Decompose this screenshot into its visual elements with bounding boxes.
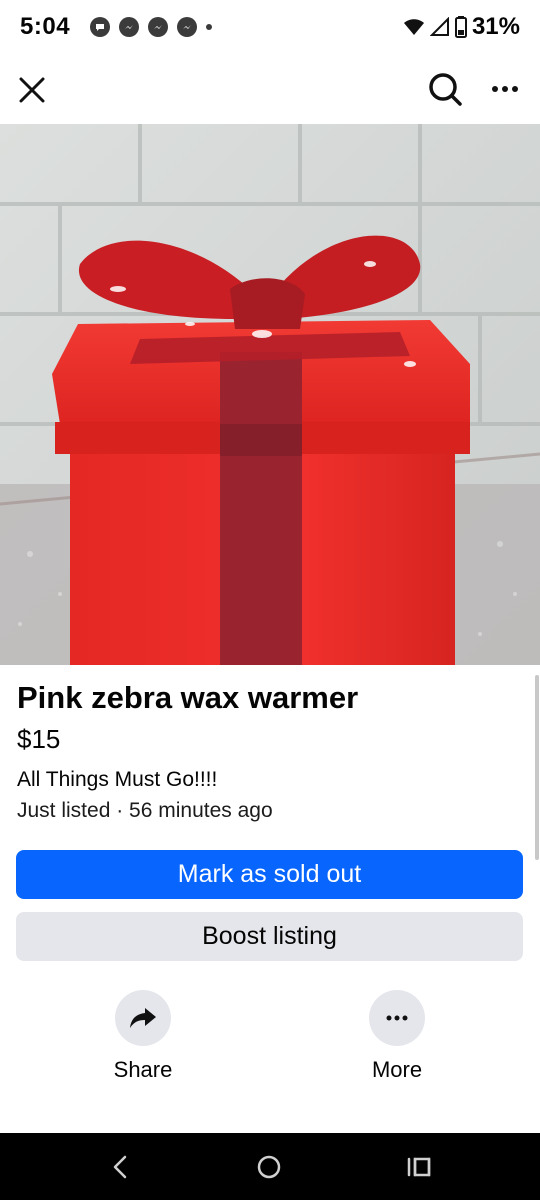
top-bar bbox=[0, 54, 540, 124]
more-options-button[interactable] bbox=[482, 66, 528, 112]
battery-icon bbox=[454, 16, 467, 38]
battery-percent: 31% bbox=[471, 13, 520, 40]
more-action[interactable]: More bbox=[337, 990, 457, 1083]
more-button[interactable] bbox=[369, 990, 425, 1046]
recents-icon bbox=[407, 1157, 431, 1176]
mark-sold-out-button[interactable]: Mark as sold out bbox=[16, 850, 523, 899]
search-icon bbox=[429, 73, 462, 106]
dot-icon bbox=[206, 24, 213, 30]
share-arrow-icon bbox=[130, 1008, 156, 1028]
chat-bubble-icon bbox=[90, 17, 111, 37]
more-horizontal-icon bbox=[492, 86, 518, 92]
listing-description: All Things Must Go!!!! bbox=[17, 768, 218, 791]
status-right: 31% bbox=[403, 13, 520, 41]
share-button[interactable] bbox=[115, 990, 171, 1046]
scrollbar[interactable] bbox=[535, 675, 539, 860]
listing-price: $15 bbox=[17, 724, 61, 754]
share-action[interactable]: Share bbox=[83, 990, 203, 1083]
recents-button[interactable] bbox=[379, 1133, 459, 1200]
listing-title: Pink zebra wax warmer bbox=[17, 680, 359, 715]
messenger-icon bbox=[119, 17, 140, 37]
messenger-icon bbox=[177, 17, 198, 37]
share-label: Share bbox=[113, 1057, 173, 1082]
listing-meta: Just listed · 56 minutes ago bbox=[17, 799, 273, 822]
more-horizontal-icon bbox=[386, 1015, 408, 1021]
home-icon bbox=[257, 1155, 281, 1178]
home-button[interactable] bbox=[229, 1133, 309, 1200]
status-time: 5:04 bbox=[20, 13, 71, 40]
product-image[interactable] bbox=[0, 124, 540, 665]
notification-icons bbox=[90, 17, 213, 37]
back-button[interactable] bbox=[80, 1133, 160, 1200]
messenger-icon bbox=[148, 17, 169, 37]
system-nav-bar bbox=[0, 1133, 540, 1200]
cellular-signal-icon bbox=[429, 17, 449, 36]
boost-listing-button[interactable]: Boost listing bbox=[16, 912, 523, 961]
wifi-icon bbox=[403, 19, 424, 35]
search-button[interactable] bbox=[422, 66, 468, 112]
close-icon bbox=[19, 77, 45, 103]
close-button[interactable] bbox=[10, 68, 54, 112]
back-icon bbox=[113, 1155, 127, 1178]
status-bar: 5:04 31% bbox=[0, 0, 540, 54]
more-label: More bbox=[371, 1057, 423, 1082]
